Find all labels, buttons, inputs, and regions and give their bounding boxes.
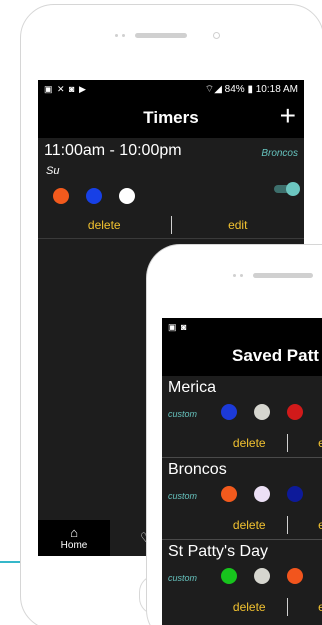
- pattern-actions: delete ed: [212, 516, 322, 534]
- pattern-type: custom: [168, 573, 198, 583]
- pattern-color-dots: [221, 486, 303, 502]
- tab-home[interactable]: ⌂ Home: [38, 520, 110, 556]
- timer-time-range: 11:00am - 10:00pm: [44, 142, 182, 159]
- pattern-type: custom: [168, 491, 198, 501]
- color-dot: [287, 486, 303, 502]
- delete-button[interactable]: delete: [38, 218, 171, 232]
- pattern-color-dots: [221, 404, 303, 420]
- color-dot: [221, 404, 237, 420]
- delete-button[interactable]: delete: [212, 600, 287, 614]
- header: Timers +: [38, 98, 304, 138]
- timer-enable-toggle[interactable]: [274, 182, 300, 196]
- pattern-actions: delete ed: [212, 434, 322, 452]
- tab-home-label: Home: [60, 539, 88, 551]
- front-phone-speaker: [233, 273, 313, 278]
- color-dot: [86, 188, 102, 204]
- pattern-type: custom: [168, 409, 198, 419]
- home-icon: ⌂: [70, 524, 78, 540]
- add-icon[interactable]: +: [280, 102, 296, 130]
- back-phone-speaker: [115, 32, 220, 39]
- pattern-item[interactable]: St Patty's Day custom delete ed: [162, 540, 322, 622]
- color-dot: [221, 486, 237, 502]
- color-dot: [287, 404, 303, 420]
- saved-patterns-screen: ▣ ◙ Saved Patt Merica custom delete ed B…: [162, 318, 322, 625]
- color-dot: [287, 568, 303, 584]
- edit-button[interactable]: ed: [288, 600, 322, 614]
- timer-item[interactable]: 11:00am - 10:00pm Broncos Su delete edit: [38, 138, 304, 239]
- color-dot: [53, 188, 69, 204]
- pattern-name: Broncos: [168, 461, 227, 478]
- pattern-color-dots: [221, 568, 303, 584]
- color-dot: [254, 568, 270, 584]
- color-dot: [119, 188, 135, 204]
- delete-button[interactable]: delete: [212, 518, 287, 532]
- edit-button[interactable]: ed: [288, 436, 322, 450]
- color-dot: [254, 404, 270, 420]
- page-title: Timers: [143, 108, 199, 127]
- status-icons: ▣ ◙: [168, 321, 188, 332]
- pattern-actions: delete ed: [212, 598, 322, 616]
- pattern-item[interactable]: Broncos custom delete ed: [162, 458, 322, 540]
- color-dot: [254, 486, 270, 502]
- page-title: Saved Patt: [232, 346, 319, 365]
- delete-button[interactable]: delete: [212, 436, 287, 450]
- timer-color-dots: [53, 188, 135, 204]
- status-right: ⌔◢ 84% ▮ 10:18 AM: [204, 83, 298, 95]
- pattern-name: Merica: [168, 379, 217, 396]
- header: Saved Patt: [162, 336, 322, 376]
- edit-button[interactable]: ed: [288, 518, 322, 532]
- timer-pattern-name: Broncos: [261, 148, 298, 159]
- edit-button[interactable]: edit: [172, 218, 305, 232]
- status-icons: ▣ ✕ ◙ ▶: [44, 83, 87, 94]
- pattern-item[interactable]: Merica custom delete ed: [162, 376, 322, 458]
- status-bar: ▣ ◙: [162, 318, 322, 336]
- timer-actions: delete edit: [38, 216, 304, 234]
- pattern-name: St Patty's Day: [168, 543, 268, 560]
- status-bar: ▣ ✕ ◙ ▶ ⌔◢ 84% ▮ 10:18 AM: [38, 80, 304, 98]
- color-dot: [221, 568, 237, 584]
- timer-days: Su: [46, 165, 60, 177]
